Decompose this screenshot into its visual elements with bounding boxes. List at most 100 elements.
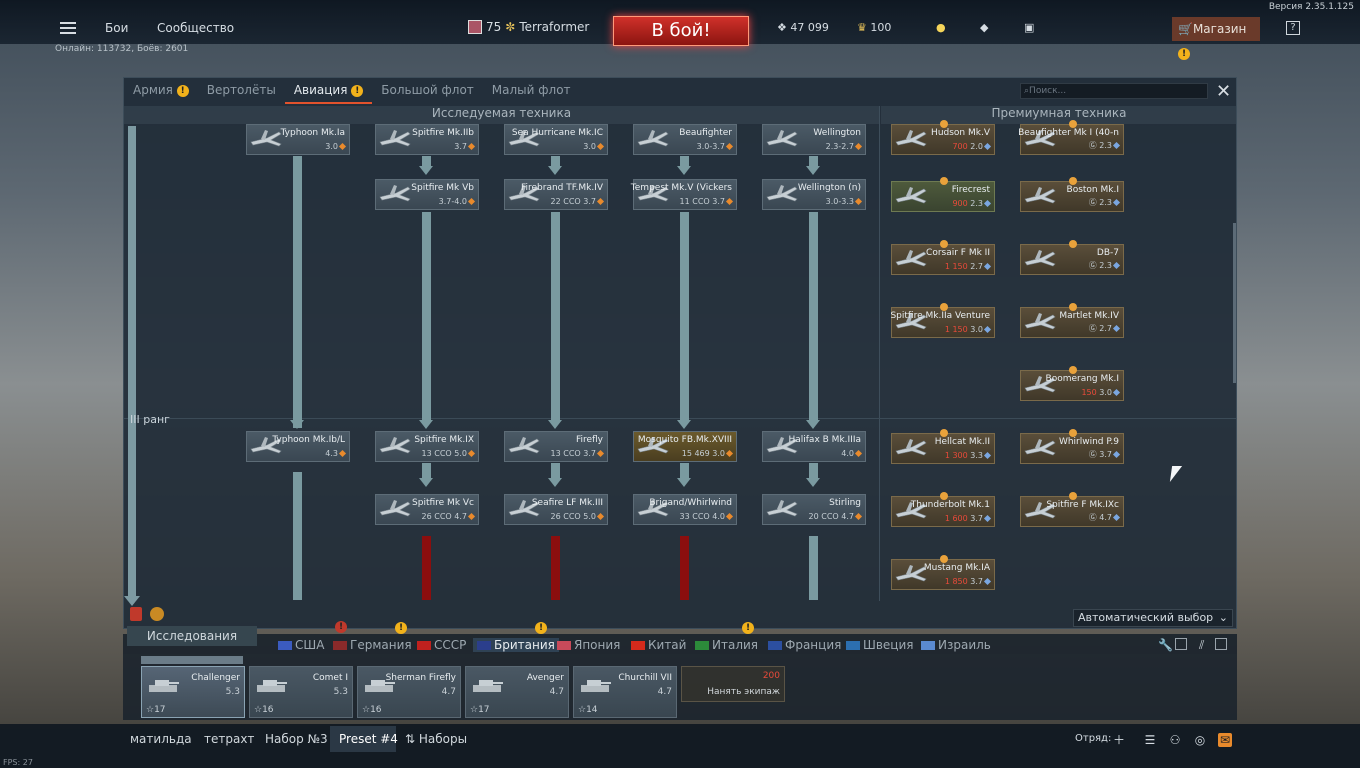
add-icon[interactable]: ＋	[1112, 733, 1126, 747]
tree-vehicle-card[interactable]: Firefly 13 ССО 3.7	[504, 431, 608, 462]
research-toggle[interactable]: Исследования	[127, 626, 257, 646]
hire-crew-slot[interactable]: 200 Нанять экипаж	[681, 666, 785, 702]
decals-icon[interactable]: ⫽	[1199, 638, 1204, 653]
tree-vehicle-card[interactable]: Typhoon Mk.Ib/L 4.3	[246, 431, 350, 462]
tab-army[interactable]: Армия !	[124, 78, 198, 104]
crew-slot[interactable]: Avenger 4.7 ☆17	[465, 666, 569, 718]
nation-tab[interactable]: Италия	[695, 638, 758, 652]
tab-helicopters[interactable]: Вертолёты	[198, 78, 285, 104]
nation-tab[interactable]: США	[278, 638, 324, 652]
premium-vehicle-card[interactable]: Spitfire F Mk.IXc Ⓖ 4.7	[1020, 492, 1124, 527]
tree-vehicle-card[interactable]: Mosquito FB.Mk.XVIII 15 469 3.0	[633, 431, 737, 462]
filter-checkbox[interactable]	[1215, 638, 1227, 650]
nation-tab[interactable]: Германия	[333, 638, 412, 652]
tab-bluewater-fleet[interactable]: Большой флот	[372, 78, 483, 104]
menu-icon[interactable]	[60, 22, 76, 34]
premium-vehicle-card[interactable]: Spitfire Mk.IIa Venture 1 150 3.0	[890, 303, 995, 338]
help-button[interactable]: ?	[1286, 21, 1300, 35]
shop-button[interactable]: 🛒Магазин !	[1172, 17, 1260, 60]
lightbulb-icon[interactable]: ●	[936, 21, 946, 34]
nation-tab[interactable]: Япония	[557, 638, 620, 652]
premium-vehicle-card[interactable]: Hudson Mk.V 700 2.0	[891, 120, 995, 155]
list-icon[interactable]: ☰	[1143, 733, 1157, 747]
tree-vehicle-card[interactable]: Sea Hurricane Mk.IC 3.0	[504, 124, 608, 155]
tree-vehicle-card[interactable]: Spitfire Mk.IIb 3.7	[375, 124, 479, 155]
tree-connector	[293, 156, 302, 428]
tree-vehicle-card[interactable]: Halifax B Mk.IIIa 4.0	[762, 431, 866, 462]
vehicle-stats: Ⓖ 3.7	[1089, 449, 1121, 460]
premium-vehicle-card[interactable]: Martlet Mk.IV Ⓖ 2.7	[1020, 303, 1124, 338]
tree-arrow	[806, 166, 820, 175]
tab-aviation[interactable]: Авиация !	[284, 78, 373, 104]
gold-balance[interactable]: ♛ 100	[857, 21, 891, 34]
nation-tab[interactable]: Израиль	[921, 638, 991, 652]
premium-vehicle-card[interactable]: Thunderbolt Mk.1 1 600 3.7	[891, 492, 995, 527]
friends-icon[interactable]: ⚇	[1168, 733, 1182, 747]
premium-vehicle-card[interactable]: Hellcat Mk.II 1 300 3.3	[891, 429, 995, 464]
tree-vehicle-card[interactable]: Typhoon Mk.Ia 3.0	[246, 124, 350, 155]
premium-vehicle-card[interactable]: Beaufighter Mk I (40-n Ⓖ 2.3	[1018, 120, 1124, 155]
preset-tab[interactable]: Набор №3	[265, 732, 328, 746]
premium-vehicle-card[interactable]: Boomerang Mk.I 150 3.0	[1020, 366, 1124, 401]
flag-icon	[278, 640, 292, 650]
nation-tab[interactable]: Франция	[768, 638, 841, 652]
close-icon[interactable]: ✕	[1216, 81, 1231, 102]
battles-link[interactable]: Бои	[105, 21, 128, 35]
preset-tab[interactable]: матильда	[130, 732, 192, 746]
nation-tab[interactable]: Швеция	[846, 638, 913, 652]
crew-slot[interactable]: Challenger 5.3 ☆17	[141, 666, 245, 718]
auto-select-dropdown[interactable]: Автоматический выбор ⌄	[1073, 609, 1233, 627]
tab-coastal-fleet[interactable]: Малый флот	[483, 78, 580, 104]
tree-vehicle-card[interactable]: Spitfire Mk.IX 13 ССО 5.0	[375, 431, 479, 462]
vehicle-name: Typhoon Mk.Ia	[280, 128, 345, 138]
premium-vehicle-card[interactable]: Corsair F Mk II 1 150 2.7	[891, 240, 995, 275]
tree-vehicle-card[interactable]: Firebrand TF.Mk.IV 22 ССО 3.7	[504, 179, 608, 210]
crew-slot[interactable]: Comet I 5.3 ☆16	[249, 666, 353, 718]
vehicle-name: Challenger	[191, 673, 240, 683]
nation-tab[interactable]: Британия	[473, 638, 559, 652]
tree-vehicle-card[interactable]: Stirling 20 ССО 4.7	[762, 494, 866, 525]
vehicle-name: Avenger	[526, 673, 564, 683]
vehicle-name: Hellcat Mk.II	[934, 437, 990, 447]
community-link[interactable]: Сообщество	[157, 21, 234, 35]
crew-slot[interactable]: Sherman Firefly 4.7 ☆16	[357, 666, 461, 718]
badge-icon: ✼	[505, 20, 516, 34]
premium-vehicle-card[interactable]: DB-7 Ⓖ 2.3	[1020, 240, 1124, 275]
preset-tab-active[interactable]: Preset #4	[339, 732, 398, 746]
premium-vehicle-card[interactable]: Whirlwind P.9 Ⓖ 3.7	[1020, 429, 1124, 464]
preset-tab[interactable]: тетрахт	[204, 732, 254, 746]
vehicle-name: Spitfire Mk.IIb	[412, 128, 474, 138]
tree-vehicle-card[interactable]: Spitfire Mk Vb 3.7-4.0	[375, 179, 479, 210]
nation-tab[interactable]: СССР	[417, 638, 466, 652]
profile[interactable]: 75 ✼ Terraformer	[468, 20, 589, 34]
premium-vehicle-card[interactable]: Firecrest 900 2.3	[891, 177, 995, 212]
tree-vehicle-card[interactable]: Wellington 2.3-2.7	[762, 124, 866, 155]
ticket-icon[interactable]: ▣	[1024, 21, 1034, 34]
tree-vehicle-card[interactable]: Wellington (n) 3.0-3.3	[762, 179, 866, 210]
to-battle-button[interactable]: В бой!	[613, 16, 749, 46]
tree-vehicle-card[interactable]: Seafire LF Mk.III 26 ССО 5.0	[504, 494, 608, 525]
premium-vehicle-card[interactable]: Mustang Mk.IA 1 850 3.7	[891, 555, 995, 590]
scrollbar[interactable]	[1233, 223, 1236, 383]
nation-tab[interactable]: Китай	[631, 638, 686, 652]
crew-slot[interactable]: Churchill VII 4.7 ☆14	[573, 666, 677, 718]
tree-vehicle-card[interactable]: Spitfire Mk Vc 26 ССО 4.7	[375, 494, 479, 525]
gold-coin-icon: Ⓖ	[1088, 261, 1097, 270]
silver-balance[interactable]: ❖ 47 099	[777, 21, 829, 34]
mail-icon[interactable]: ✉	[1218, 733, 1232, 747]
presets-button[interactable]: ⇅ Наборы	[405, 732, 467, 746]
tree-vehicle-card[interactable]: Beaufighter 3.0-3.7	[633, 124, 737, 155]
warning-icon: !	[176, 84, 189, 97]
wrench-icon[interactable]: 🔧	[1158, 638, 1173, 652]
chat-icon[interactable]: ◎	[1193, 733, 1207, 747]
search-input[interactable]: ⌕Поиск...	[1020, 83, 1208, 99]
filter-checkbox[interactable]	[1175, 638, 1187, 650]
vehicle-stats: 900 2.3	[952, 199, 992, 208]
tree-vehicle-card[interactable]: Tempest Mk.V (Vickers 11 ССО 3.7	[631, 179, 737, 210]
tree-vehicle-card[interactable]: Brigand/Whirlwind 33 ССО 4.0	[633, 494, 737, 525]
tree-arrow	[419, 166, 433, 175]
premium-vehicle-card[interactable]: Boston Mk.I Ⓖ 2.3	[1020, 177, 1124, 212]
diamond-icon[interactable]: ◆	[980, 21, 988, 34]
vehicle-name: Firecrest	[951, 185, 990, 195]
flag-icon	[333, 640, 347, 650]
